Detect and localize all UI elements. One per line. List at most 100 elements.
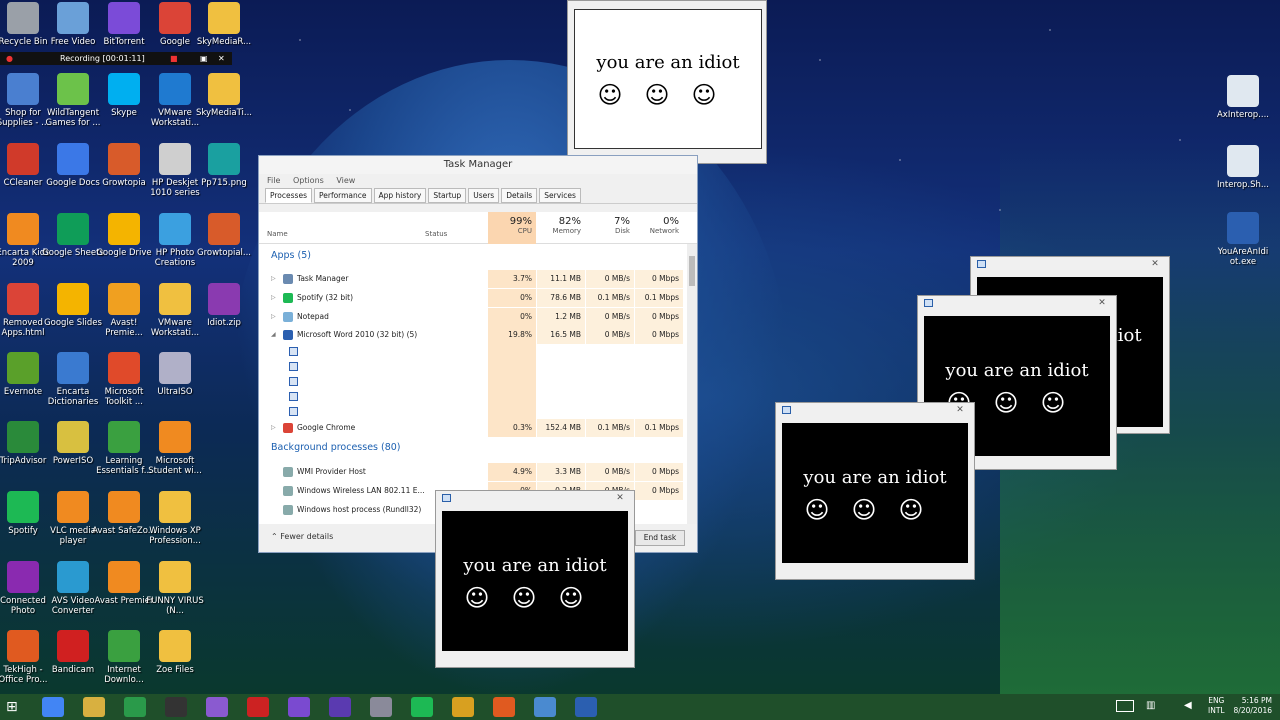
taskbar-app-icon[interactable] [493,697,515,717]
app-icon [108,491,140,523]
close-icon[interactable]: ✕ [1147,259,1163,269]
taskbar: ⊞ ▥ ◀ ENG INTL 5:16 PM 8/20/2016 [0,694,1280,720]
app-icon [159,421,191,453]
taskbar-app-icon[interactable] [452,697,474,717]
taskbar-app-icon[interactable] [575,697,597,717]
desktop-icon[interactable]: AxInterop.... [1210,75,1276,120]
app-icon [108,561,140,593]
process-row[interactable]: ▷ Task Manager 3.7% 11.1 MB 0 MB/s 0 Mbps [259,270,689,288]
record-icon[interactable]: ● [6,54,13,63]
idiot-window-front[interactable]: ✕ you are an idiot ☺☺☺ [435,490,635,668]
process-net: 0.1 Mbps [635,419,683,437]
taskbar-app-icon[interactable] [83,697,105,717]
stop-icon[interactable]: ■ [170,52,178,65]
process-name: Notepad [297,312,329,321]
taskbar-app-icon[interactable] [288,697,310,717]
tab-processes[interactable]: Processes [265,188,312,203]
col-cpu[interactable]: 99% CPU [488,216,532,235]
desktop-icon[interactable]: UltraISO [142,352,208,397]
word-window-icon[interactable] [289,392,298,401]
expand-icon[interactable]: ▷ [271,289,276,307]
windows-start-icon[interactable]: ⊞ [6,699,22,715]
process-icon [283,274,293,284]
tab-users[interactable]: Users [468,188,500,203]
taskbar-app-icon[interactable] [370,697,392,717]
taskbar-app-icon[interactable] [124,697,146,717]
col-network[interactable]: 0% Network [635,216,679,235]
network-icon[interactable]: ▥ [1146,700,1155,711]
tab-app-history[interactable]: App history [373,188,427,203]
col-name[interactable]: Name [267,230,288,238]
process-disk: 0.1 MB/s [586,289,634,307]
desktop-icon[interactable]: Interop.Sh... [1210,145,1276,190]
menu-view[interactable]: View [336,176,355,185]
file-icon [1227,212,1259,244]
desktop-icon[interactable]: Microsoft Student wi... [142,421,208,476]
process-net: 0 Mbps [635,308,683,326]
input-language[interactable]: ENG INTL [1208,696,1225,716]
scrollbar[interactable] [687,244,697,524]
process-mem: 78.6 MB [537,289,585,307]
fewer-details-link[interactable]: ⌃ Fewer details [271,532,333,541]
taskbar-app-icon[interactable] [165,697,187,717]
close-icon[interactable]: ✕ [1094,298,1110,308]
expand-icon[interactable]: ◢ [271,326,276,344]
taskbar-app-icon[interactable] [42,697,64,717]
tab-performance[interactable]: Performance [313,188,372,203]
taskbar-app-icon[interactable] [247,697,269,717]
camera-icon[interactable]: ▣ [200,52,208,65]
menu-file[interactable]: File [267,176,280,185]
close-icon[interactable]: ✕ [612,493,628,503]
end-task-button[interactable]: End task [635,530,685,546]
word-window-icon[interactable] [289,377,298,386]
menu-options[interactable]: Options [293,176,324,185]
app-icon [7,561,39,593]
process-icon [283,312,293,322]
process-net: 0.1 Mbps [635,289,683,307]
app-icon [108,352,140,384]
taskbar-app-icon[interactable] [534,697,556,717]
word-window-icon[interactable] [289,362,298,371]
tab-details[interactable]: Details [501,188,538,203]
process-row[interactable]: ▷ Spotify (32 bit) 0% 78.6 MB 0.1 MB/s 0.1 Mb… [259,289,689,307]
process-name: Windows host process (Rundll32) [297,505,422,514]
close-icon[interactable]: ✕ [952,405,968,415]
process-row[interactable]: ▷ Google Chrome 0.3% 152.4 MB 0.1 MB/s 0.1 Mb… [259,419,689,437]
desktop-icon[interactable]: Idiot.zip [191,283,257,328]
word-window-icon[interactable] [289,347,298,356]
idiot-window-middle[interactable]: ✕ you are an idiot ☺☺☺ [775,402,975,580]
tab-services[interactable]: Services [539,188,581,203]
process-row[interactable]: ◢ Microsoft Word 2010 (32 bit) (5) 19.8% 16… [259,326,689,344]
expand-icon[interactable]: ▷ [271,270,276,288]
expand-icon[interactable]: ▷ [271,308,276,326]
clock[interactable]: 5:16 PM 8/20/2016 [1234,696,1272,716]
desktop-icon[interactable]: Growtopial... [191,213,257,258]
desktop-icon[interactable]: FUNNY VIRUS (N... [142,561,208,616]
col-status[interactable]: Status [425,230,447,238]
desktop-icon[interactable]: SkyMediaR... [191,2,257,47]
desktop-icon[interactable]: SkyMediaTi... [191,73,257,118]
desktop-icon-label: Growtopial... [196,248,251,258]
word-window-icon[interactable] [289,407,298,416]
col-memory[interactable]: 82% Memory [537,216,581,235]
process-row[interactable]: ▷ Notepad 0% 1.2 MB 0 MB/s 0 Mbps [259,308,689,326]
taskbar-app-icon[interactable] [206,697,228,717]
tab-startup[interactable]: Startup [428,188,467,203]
idiot-screen: you are an idiot ☺☺☺ [574,9,762,149]
desktop-icon[interactable]: Pp715.png [191,143,257,188]
volume-icon[interactable]: ◀ [1184,700,1192,711]
desktop-icon[interactable]: Windows XP Profession... [142,491,208,546]
col-disk[interactable]: 7% Disk [586,216,630,235]
close-icon[interactable]: ✕ [218,52,225,65]
app-icon [57,143,89,175]
desktop-icon[interactable]: Zoe Files [142,630,208,675]
process-row[interactable]: WMI Provider Host 4.9% 3.3 MB 0 MB/s 0 Mbps [259,463,689,481]
taskbar-app-icon[interactable] [329,697,351,717]
app-icon [108,283,140,315]
idiot-window-top[interactable]: you are an idiot ☺☺☺ [567,0,767,164]
taskbar-app-icon[interactable] [411,697,433,717]
keyboard-icon[interactable] [1116,700,1134,712]
idiot-screen: you are an idiot ☺☺☺ [442,511,628,651]
desktop-icon[interactable]: YouAreAnIdi ot.exe [1210,212,1276,267]
expand-icon[interactable]: ▷ [271,419,276,437]
